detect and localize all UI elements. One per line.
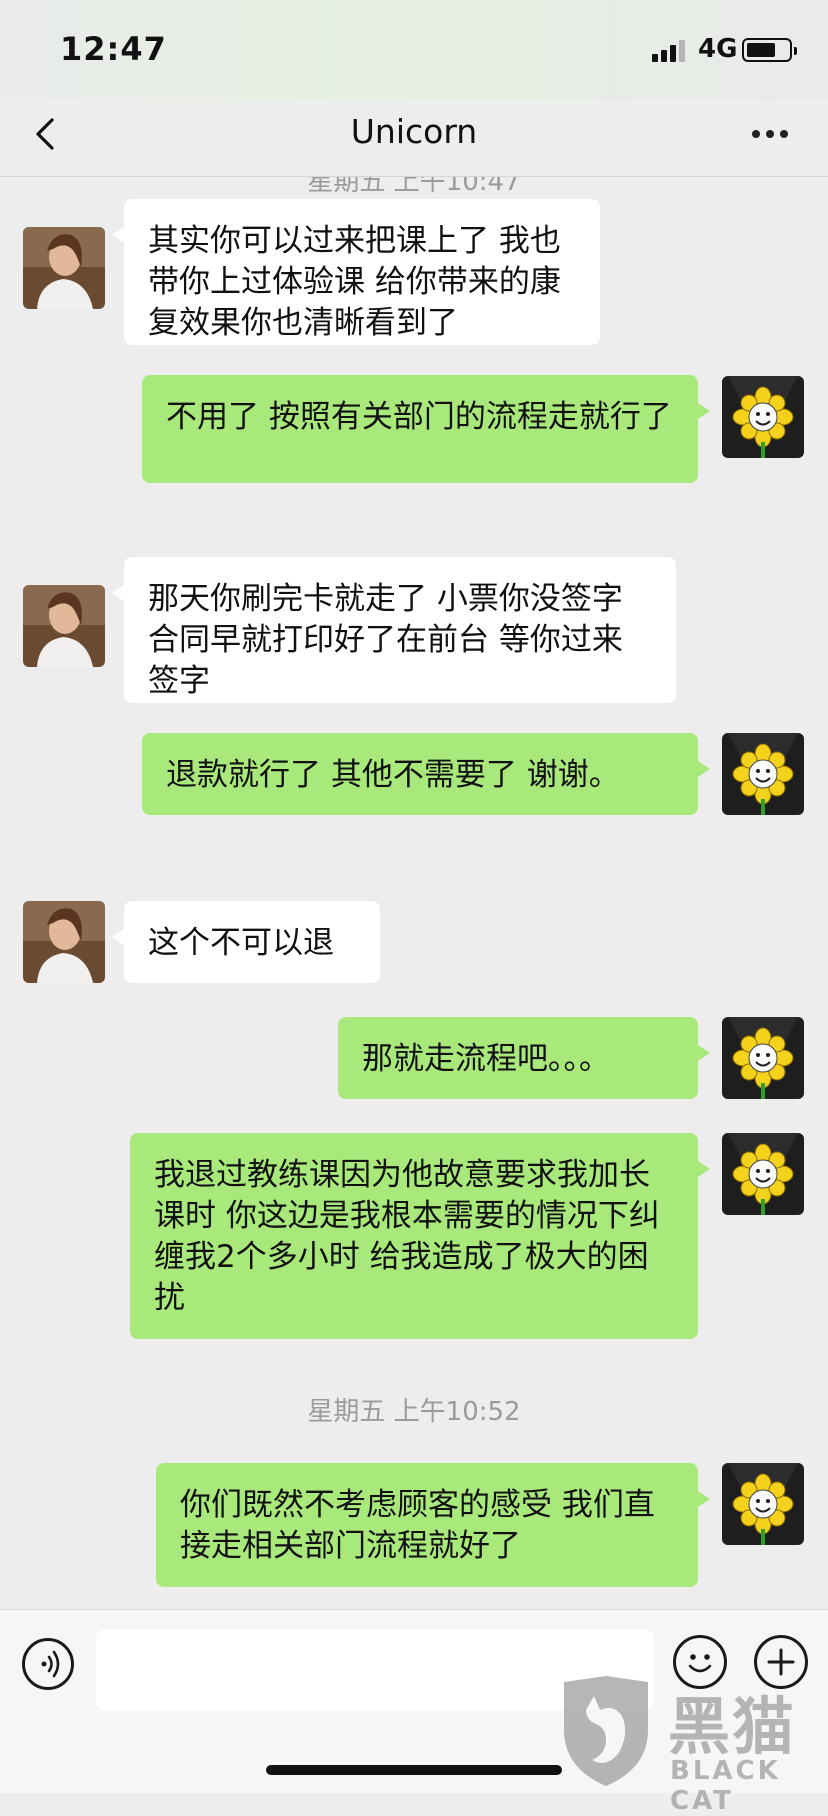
message-bubble-outgoing[interactable]: 退款就行了 其他不需要了 谢谢。 [142,733,710,815]
message-bubble-outgoing[interactable]: 我退过教练课因为他故意要求我加长课时 你这边是我根本需要的情况下纠缠我2个多小时… [130,1133,710,1339]
signal-icon [652,38,692,62]
contact-avatar[interactable] [23,585,105,667]
watermark-en-text: BLACK CAT [670,1756,781,1816]
network-type: 4G [698,34,738,64]
message-bubble-incoming[interactable]: 那天你刷完卡就走了 小票你没签字 合同早就打印好了在前台 等你过来签字 [112,557,676,703]
timestamp: 星期五 上午10:52 [307,1397,521,1427]
voice-icon[interactable] [22,1638,74,1690]
message-bubble-incoming[interactable]: 其实你可以过来把课上了 我也带你上过体验课 给你带来的康复效果你也清晰看到了 [112,199,600,345]
message-bubble-outgoing[interactable]: 不用了 按照有关部门的流程走就行了 [142,375,710,483]
message-bubble-incoming[interactable]: 这个不可以退 [112,901,380,983]
user-avatar[interactable] [722,1133,804,1215]
timestamp-top: 星期五 上午10:47 [307,177,521,197]
user-avatar[interactable] [722,1017,804,1099]
home-indicator[interactable] [266,1765,562,1775]
user-avatar[interactable] [722,376,804,458]
more-icon[interactable] [752,124,792,144]
watermark: 黑猫 BLACK CAT [556,1676,826,1816]
status-time: 12:47 [60,30,167,68]
user-avatar[interactable] [722,733,804,815]
chat-area[interactable]: 星期五 上午10:47 其实你可以过来把课上了 我也带你上过体验课 给你带来的康… [0,177,828,1607]
message-bubble-outgoing[interactable]: 你们既然不考虑顾客的感受 我们直接走相关部门流程就好了 [156,1463,710,1587]
watermark-cn-text: 黑猫 [668,1690,797,1763]
contact-avatar[interactable] [23,227,105,309]
message-bubble-outgoing[interactable]: 那就走流程吧。。。 [338,1017,710,1099]
contact-avatar[interactable] [23,901,105,983]
user-avatar[interactable] [722,1463,804,1545]
nav-bar: Unicorn [0,100,828,177]
chat-title: Unicorn [350,112,478,151]
status-bar: 12:47 4G [0,0,828,100]
battery-icon [742,38,797,62]
black-cat-logo-icon [558,1676,654,1788]
